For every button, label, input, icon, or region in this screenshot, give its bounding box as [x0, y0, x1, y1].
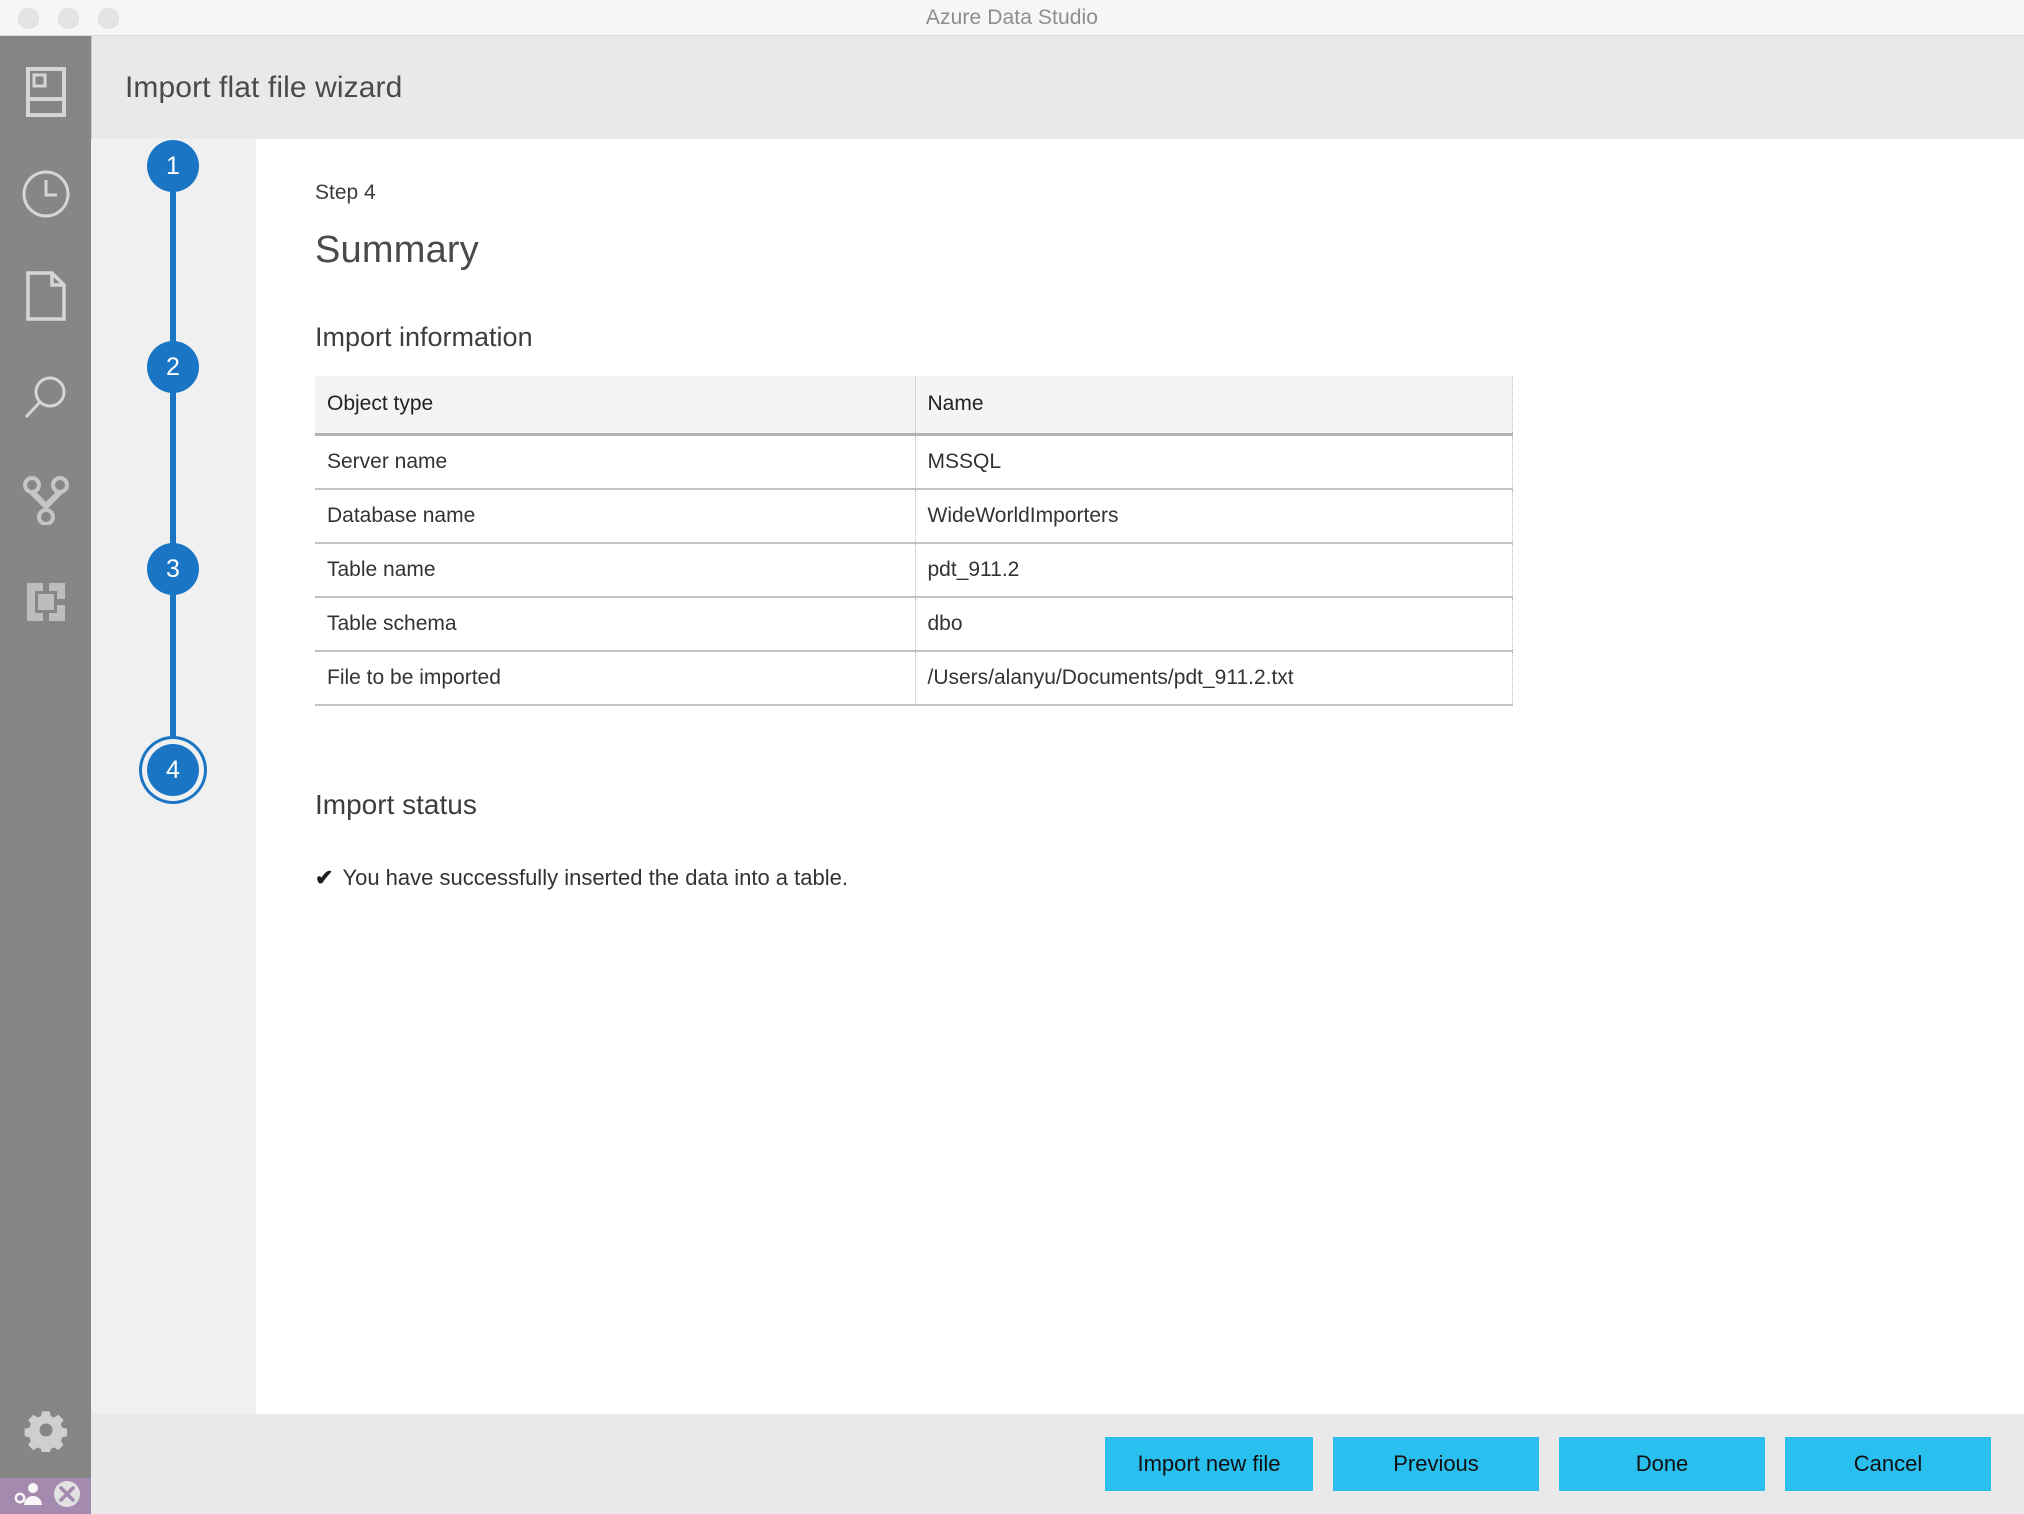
table-row[interactable]: File to be imported /Users/alanyu/Docume…	[315, 651, 1513, 706]
minimize-button[interactable]	[58, 7, 79, 29]
zoom-button[interactable]	[98, 7, 119, 29]
cell-name: /Users/alanyu/Documents/pdt_911.2.txt	[915, 651, 1513, 706]
wizard-step-3[interactable]: 3	[147, 543, 199, 595]
previous-button[interactable]: Previous	[1333, 1437, 1539, 1491]
step-label: Step 4	[315, 181, 376, 204]
page-title: Summary	[315, 229, 479, 271]
window-title: Azure Data Studio	[925, 5, 1099, 29]
wizard-title: Import flat file wizard	[125, 70, 403, 104]
wizard-step-1[interactable]: 1	[147, 140, 199, 192]
azure-data-studio-window: Azure Data Studio Import flat file wizar…	[0, 0, 2024, 1514]
cell-name: MSSQL	[915, 434, 1513, 490]
import-information-title: Import information	[315, 322, 533, 352]
cell-name: WideWorldImporters	[915, 489, 1513, 544]
wizard-header: Import flat file wizard	[91, 36, 2024, 139]
window-titlebar: Azure Data Studio	[0, 0, 2024, 36]
wizard-step-4[interactable]: 4	[147, 744, 199, 796]
step-connector-line	[170, 166, 176, 769]
table-header-row: Object type Name	[315, 376, 1513, 436]
table-row[interactable]: Table name pdt_911.2	[315, 543, 1513, 598]
done-button[interactable]: Done	[1559, 1437, 1765, 1491]
activity-item-extensions[interactable]	[0, 551, 91, 653]
traffic-light-group	[18, 0, 119, 36]
source-control-icon	[22, 475, 69, 525]
import-status-message: You have successfully inserted the data …	[342, 865, 848, 890]
history-icon	[21, 169, 71, 219]
import-information-table: Object type Name Server name MSSQL Datab…	[315, 376, 1513, 706]
activity-item-source-control[interactable]	[0, 449, 91, 551]
import-status-title: Import status	[315, 789, 477, 820]
activity-item-servers[interactable]	[0, 41, 91, 143]
cell-name: pdt_911.2	[915, 543, 1513, 598]
file-icon	[25, 270, 67, 322]
wizard-step-2[interactable]: 2	[147, 341, 199, 393]
import-status-message-row: ✔ You have successfully inserted the dat…	[315, 865, 2024, 891]
import-new-file-button[interactable]: Import new file	[1105, 1437, 1313, 1491]
cell-object-type: Database name	[315, 489, 916, 544]
activity-item-notebooks[interactable]	[0, 245, 91, 347]
gear-icon	[24, 1408, 68, 1457]
servers-icon	[25, 67, 66, 117]
activity-item-manage[interactable]	[0, 1386, 91, 1478]
cancel-button[interactable]: Cancel	[1785, 1437, 1991, 1491]
error-close-icon[interactable]	[52, 1479, 82, 1514]
cell-object-type: Table schema	[315, 597, 916, 652]
wizard-content: Step 4 Summary Import information Object…	[256, 139, 2024, 1414]
status-bar	[0, 1478, 91, 1514]
close-button[interactable]	[18, 7, 39, 29]
activity-item-search[interactable]	[0, 347, 91, 449]
cell-object-type: Table name	[315, 543, 916, 598]
activity-bar	[0, 36, 91, 1478]
table-row[interactable]: Server name MSSQL	[315, 434, 1513, 490]
cell-object-type: Server name	[315, 434, 916, 490]
activity-bar-top-group	[0, 36, 91, 653]
wizard-step-rail: 1 2 3 4	[91, 139, 256, 1414]
extensions-icon	[23, 579, 69, 625]
cell-name: dbo	[915, 597, 1513, 652]
column-header-name[interactable]: Name	[915, 376, 1513, 436]
column-header-object-type[interactable]: Object type	[315, 376, 916, 436]
table-row[interactable]: Database name WideWorldImporters	[315, 489, 1513, 544]
search-icon	[21, 373, 71, 423]
cell-object-type: File to be imported	[315, 651, 916, 706]
remote-accounts-icon[interactable]	[14, 1481, 44, 1512]
activity-item-history[interactable]	[0, 143, 91, 245]
wizard-footer: Import new file Previous Done Cancel	[91, 1414, 2024, 1514]
table-row[interactable]: Table schema dbo	[315, 597, 1513, 652]
activity-bar-bottom-group	[0, 1386, 91, 1478]
check-icon: ✔	[315, 865, 334, 890]
